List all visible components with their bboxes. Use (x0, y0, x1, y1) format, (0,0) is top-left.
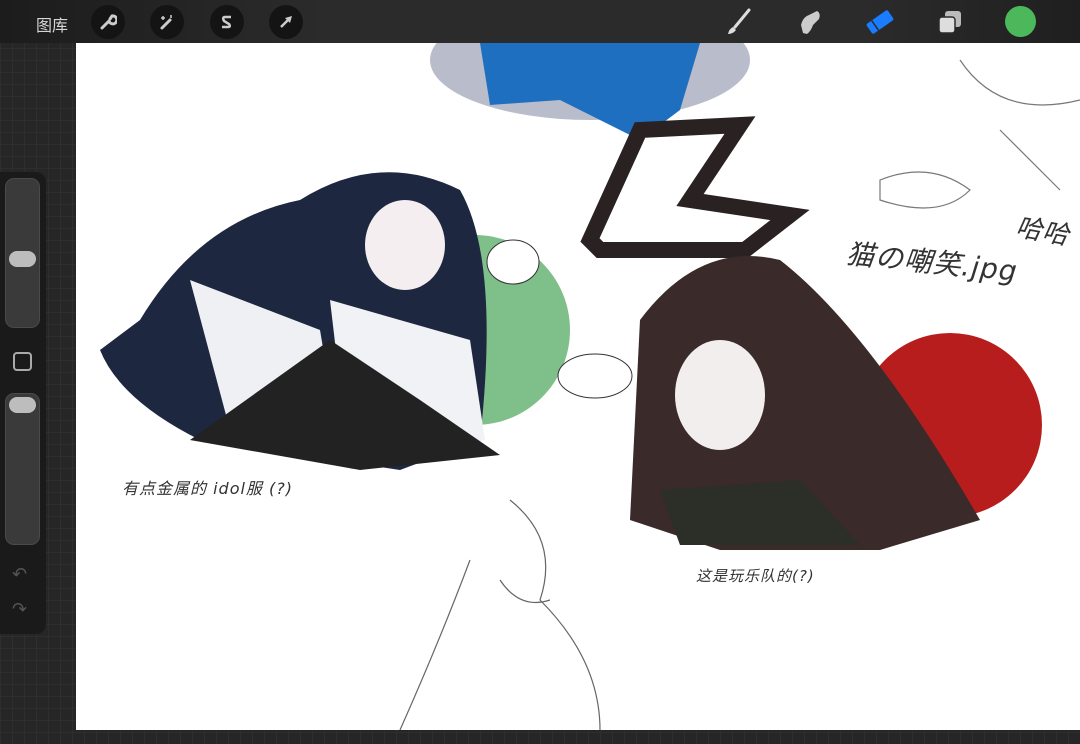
top-toolbar: 图库 (0, 0, 1080, 43)
artwork (100, 43, 1080, 730)
layers-icon (938, 11, 961, 34)
smudge-icon (801, 11, 820, 34)
canvas-note-band: 这是玩乐队的(?) (696, 567, 815, 585)
wrench-icon (100, 14, 117, 30)
selection-button[interactable] (210, 5, 244, 39)
magic-wand-icon (160, 15, 172, 30)
opacity-thumb[interactable] (9, 397, 36, 413)
selection-s-icon (221, 15, 232, 29)
opacity-slider[interactable] (5, 393, 40, 545)
brush-size-thumb[interactable] (9, 251, 36, 267)
color-picker-button[interactable] (1005, 6, 1036, 37)
brush-icon (728, 8, 751, 34)
eraser-icon (866, 10, 894, 34)
smudge-button[interactable] (794, 6, 826, 38)
brush-size-slider[interactable] (5, 178, 40, 328)
square-icon[interactable] (13, 352, 32, 371)
undo-icon[interactable]: ↶ (12, 564, 27, 585)
adjustments-button[interactable] (150, 5, 184, 39)
transform-button[interactable] (269, 5, 303, 39)
erase-button[interactable] (864, 6, 896, 38)
left-sidebar: ↶ ↷ (0, 172, 46, 634)
redo-icon[interactable]: ↷ (12, 599, 27, 620)
canvas-note-idol: 有点金属的 idol服 (?) (122, 479, 293, 498)
actions-button[interactable] (91, 5, 125, 39)
gallery-button[interactable]: 图库 (36, 12, 68, 36)
arrow-cursor-icon (280, 16, 292, 28)
layers-button[interactable] (934, 6, 966, 38)
paint-button[interactable] (722, 6, 754, 38)
drawing-canvas[interactable]: 有点金属的 idol服 (?) 这是玩乐队的(?) 猫の嘲笑.jpg 哈哈 (76, 43, 1080, 730)
